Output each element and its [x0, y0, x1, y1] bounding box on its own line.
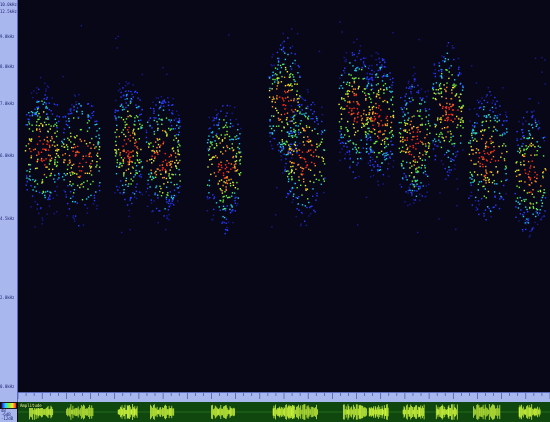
axis-corner	[0, 392, 18, 402]
frequency-label: 9.0kHz	[0, 34, 15, 39]
frequency-label: 6.0kHz	[0, 153, 15, 158]
frequency-axis: 10.0kHz 12.5kHz 9.0kHz 8.0kHz 7.0kHz 6.0kHz 4.…	[0, 0, 18, 392]
frequency-label: 8.0kHz	[0, 64, 15, 69]
audio-analysis-window: 10.0kHz 12.5kHz 9.0kHz 8.0kHz 7.0kHz 6.0kHz 4.…	[0, 0, 550, 422]
frequency-label: 10.0kHz	[0, 2, 17, 7]
frequency-label: 4.5kHz	[0, 216, 15, 221]
spectrogram-view[interactable]	[18, 0, 550, 392]
frequency-label: 0.0kHz	[0, 384, 15, 389]
frequency-label: 12.5kHz	[0, 9, 17, 14]
frequency-label: 2.0kHz	[0, 295, 15, 300]
waveform-scale-label: -12dB	[1, 416, 14, 421]
waveform-view[interactable]	[18, 402, 550, 422]
waveform-title: Amplitude	[19, 403, 43, 408]
waveform-scale: dB -6dB -12dB	[0, 409, 17, 422]
frequency-label: 7.0kHz	[0, 101, 15, 106]
